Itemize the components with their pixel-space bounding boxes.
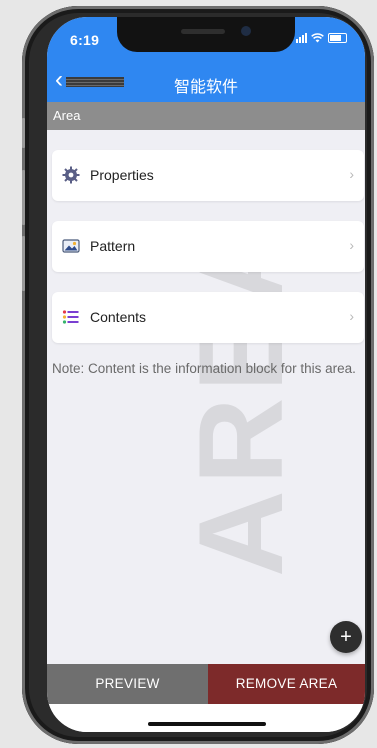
menu-item-pattern[interactable]: Pattern › bbox=[52, 221, 364, 272]
speaker bbox=[181, 29, 225, 34]
chevron-right-icon: › bbox=[349, 166, 354, 182]
status-time: 6:19 bbox=[70, 32, 100, 48]
gear-icon bbox=[62, 166, 80, 184]
chevron-right-icon: › bbox=[349, 308, 354, 324]
camera bbox=[241, 26, 251, 36]
page-title: 智能软件 bbox=[173, 79, 238, 96]
chevron-right-icon: › bbox=[349, 237, 354, 253]
preview-button[interactable]: PREVIEW bbox=[47, 664, 208, 704]
home-indicator[interactable] bbox=[148, 722, 266, 726]
section-header: Area bbox=[47, 102, 365, 130]
wifi-icon bbox=[311, 33, 324, 43]
app-screen: 6:19 ‹ 智能软件 Area AREA Properties › Patte… bbox=[47, 17, 365, 732]
add-button[interactable]: + bbox=[330, 621, 362, 653]
menu-item-contents[interactable]: Contents › bbox=[52, 292, 364, 343]
signal-icon bbox=[296, 33, 307, 43]
status-icons bbox=[296, 33, 347, 43]
remove-area-button[interactable]: REMOVE AREA bbox=[208, 664, 365, 704]
menu-item-label: Contents bbox=[90, 309, 147, 325]
menu-item-label: Properties bbox=[90, 167, 154, 183]
bottom-action-bar: PREVIEW REMOVE AREA bbox=[47, 664, 365, 704]
home-indicator-area bbox=[47, 704, 365, 732]
battery-icon bbox=[328, 33, 347, 43]
notch bbox=[117, 17, 295, 52]
nav-bar: ‹ 智能软件 bbox=[47, 62, 365, 102]
info-note: Note: Content is the information block f… bbox=[52, 361, 356, 376]
image-icon bbox=[62, 239, 80, 253]
top-bar: 6:19 ‹ 智能软件 bbox=[47, 17, 365, 102]
list-icon bbox=[62, 310, 79, 324]
phone-volume-up bbox=[22, 170, 25, 225]
menu-item-label: Pattern bbox=[90, 238, 136, 254]
menu-item-properties[interactable]: Properties › bbox=[52, 150, 364, 201]
phone-side-button bbox=[22, 118, 25, 148]
phone-volume-down bbox=[22, 236, 25, 291]
